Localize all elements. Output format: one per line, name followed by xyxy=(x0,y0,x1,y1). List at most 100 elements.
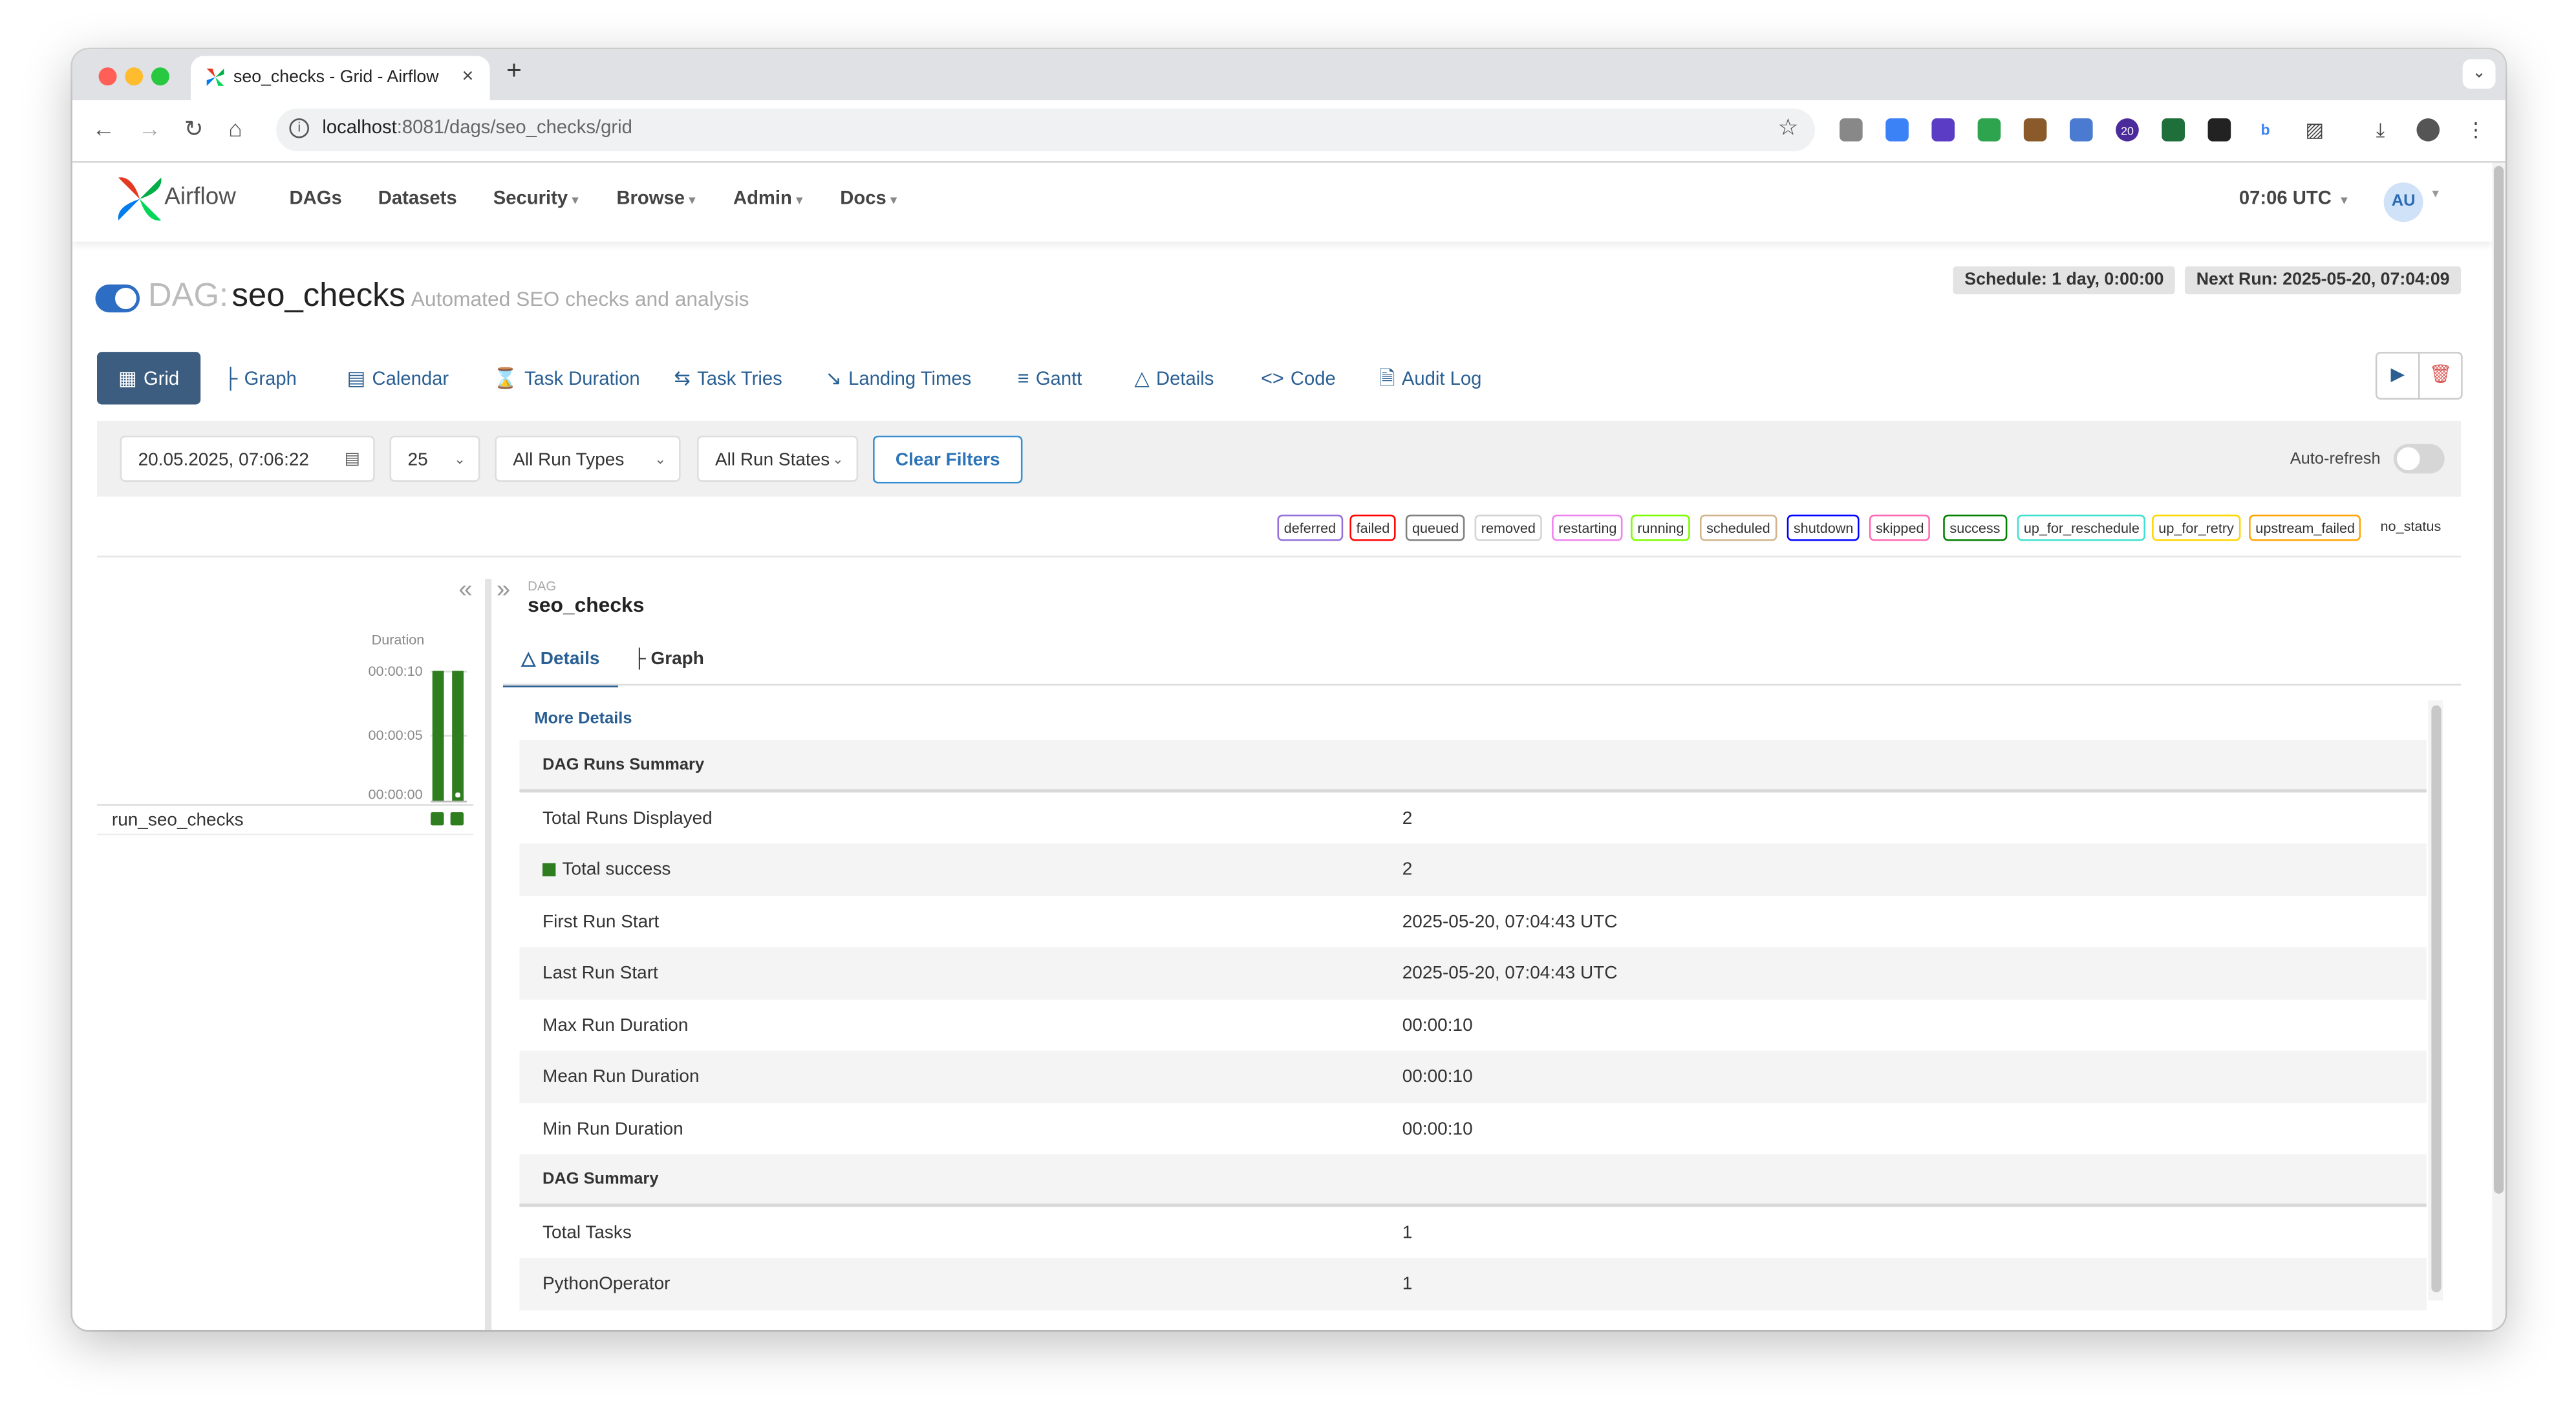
panel-scrollbar-thumb[interactable] xyxy=(2431,705,2442,1293)
summary-label-text: DAG Runs Summary xyxy=(542,756,705,775)
panel-dag-name[interactable]: seo_checks xyxy=(528,594,644,617)
minimize-window-button[interactable] xyxy=(125,67,144,86)
legend-deferred[interactable]: deferred xyxy=(1277,514,1343,541)
run-state-select[interactable]: All Run States ⌄ xyxy=(697,435,859,482)
bookmark-star-icon[interactable]: ☆ xyxy=(1778,113,1799,141)
nav-datasets[interactable]: Datasets xyxy=(378,189,457,209)
site-info-icon[interactable]: i xyxy=(289,118,309,138)
auto-refresh-toggle[interactable] xyxy=(2393,444,2445,474)
clear-filters-button[interactable]: Clear Filters xyxy=(873,435,1023,484)
airflow-logo-icon[interactable] xyxy=(113,173,166,225)
b-extension-icon[interactable]: b xyxy=(2253,118,2277,142)
dag-run-bar[interactable] xyxy=(452,671,464,801)
chevron-down-icon: ⌄ xyxy=(832,452,844,468)
collapse-grid-icon[interactable]: « xyxy=(458,576,472,603)
puzzle-extension-icon[interactable]: ▨ xyxy=(2303,118,2326,142)
utc-clock-label: 07:06 UTC xyxy=(2238,189,2332,209)
legend-success[interactable]: success xyxy=(1943,514,2007,541)
url-text[interactable]: localhost:8081/dags/seo_checks/grid xyxy=(322,118,632,138)
download-icon[interactable]: ⤓ xyxy=(2368,118,2392,142)
box-extension-icon[interactable] xyxy=(2207,118,2231,142)
tab-audit-log[interactable]: 🗎 Audit Log xyxy=(1379,352,1481,404)
page-scrollbar-thumb[interactable] xyxy=(2493,166,2504,1194)
base-date-input[interactable]: 20.05.2025, 07:06:22 ▤ xyxy=(120,435,375,483)
more-details-link[interactable]: More Details xyxy=(534,710,632,728)
legend-no-status[interactable]: no_status xyxy=(2375,514,2446,538)
tab-graph[interactable]: ├ Graph xyxy=(224,352,297,404)
legend-queued[interactable]: queued xyxy=(1405,514,1466,541)
tab-details-label: Details xyxy=(1155,370,1214,390)
panel-resize-handle[interactable] xyxy=(485,578,492,1330)
terminal-extension-icon[interactable] xyxy=(2162,118,2185,142)
tab-details[interactable]: △ Details xyxy=(1134,352,1214,404)
delete-dag-button[interactable]: 🗑 xyxy=(2418,352,2463,400)
sync-extension-icon[interactable] xyxy=(1885,118,1909,142)
task-instance-status[interactable] xyxy=(431,812,444,826)
legend-up-for-reschedule[interactable]: up_for_reschedule xyxy=(2017,514,2147,541)
panel-scrollbar[interactable] xyxy=(2428,700,2443,1301)
panel-tab-details[interactable]: △ Details xyxy=(503,634,618,687)
nav-docs[interactable]: Docs ▼ xyxy=(840,189,899,209)
tab-code[interactable]: <> Code xyxy=(1261,352,1336,404)
legend-restarting[interactable]: restarting xyxy=(1552,514,1624,541)
legend-scheduled[interactable]: scheduled xyxy=(1699,514,1777,541)
task-instance-status[interactable] xyxy=(450,812,464,826)
utc-clock[interactable]: 07:06 UTC ▼ xyxy=(2239,189,2350,209)
nav-security[interactable]: Security ▼ xyxy=(493,189,581,209)
close-window-button[interactable] xyxy=(98,67,117,86)
nav-admin[interactable]: Admin ▼ xyxy=(733,189,805,209)
summary-label: Total success xyxy=(542,860,671,879)
nav-browse[interactable]: Browse ▼ xyxy=(616,189,698,209)
legend-upstream-failed[interactable]: upstream_failed xyxy=(2249,514,2362,541)
dag-pause-toggle[interactable] xyxy=(95,284,140,313)
tab-search-button[interactable]: ⌄ xyxy=(2462,59,2496,89)
camera-extension-icon[interactable] xyxy=(1840,118,1863,142)
tab-gantt[interactable]: ≡ Gantt xyxy=(1018,352,1082,404)
legend-up-for-retry[interactable]: up_for_retry xyxy=(2152,514,2241,541)
legend-skipped[interactable]: skipped xyxy=(1869,514,1931,541)
tab-task-tries[interactable]: ⇆ Task Tries xyxy=(674,352,782,404)
calendar-extension-icon[interactable] xyxy=(2070,118,2093,142)
tab-grid[interactable]: ▦ Grid xyxy=(97,352,201,405)
num-runs-select[interactable]: 25 ⌄ xyxy=(389,435,480,482)
check-extension-icon[interactable] xyxy=(1977,118,2001,142)
legend-running[interactable]: running xyxy=(1631,514,1691,541)
legend-failed[interactable]: failed xyxy=(1349,514,1397,541)
task-row[interactable]: run_seo_checks xyxy=(97,807,474,836)
badge-extension-icon[interactable]: 20 xyxy=(2116,118,2139,142)
expand-panel-icon[interactable]: » xyxy=(497,576,510,603)
home-icon[interactable]: ⌂ xyxy=(228,115,242,142)
reload-icon[interactable]: ↻ xyxy=(184,115,204,143)
colorful-extension-icon[interactable] xyxy=(2023,118,2047,142)
page-scrollbar[interactable] xyxy=(2492,162,2506,1330)
new-tab-button[interactable]: + xyxy=(506,58,522,87)
panel-tab-graph[interactable]: ├ Graph xyxy=(633,634,704,684)
url-bar[interactable]: i localhost:8081/dags/seo_checks/grid ☆ xyxy=(276,108,1815,151)
tab-close-icon[interactable]: × xyxy=(462,64,473,87)
tab-landing-times[interactable]: ↘ Landing Times xyxy=(825,352,971,404)
trigger-dag-button[interactable]: ▶ xyxy=(2375,352,2420,400)
user-avatar[interactable]: AU xyxy=(2383,182,2423,222)
nav-dags[interactable]: DAGs xyxy=(289,189,341,209)
forward-arrow-icon[interactable]: → xyxy=(138,115,162,142)
maximize-window-button[interactable] xyxy=(151,67,169,86)
summary-row: First Run Start 2025-05-20, 07:04:43 UTC xyxy=(519,895,2426,947)
schedule-badge[interactable]: Schedule: 1 day, 0:00:00 xyxy=(1953,266,2176,295)
gantt-icon: ≡ xyxy=(1017,366,1029,390)
back-arrow-icon[interactable]: ← xyxy=(92,115,115,142)
chevron-down-icon[interactable]: ▼ xyxy=(2430,189,2442,200)
task-name[interactable]: run_seo_checks xyxy=(112,810,244,830)
tab-task-duration[interactable]: ⌛ Task Duration xyxy=(493,352,640,404)
calendar-icon[interactable]: ▤ xyxy=(345,437,360,483)
legend-shutdown[interactable]: shutdown xyxy=(1787,514,1860,541)
dag-run-bar[interactable] xyxy=(432,671,444,801)
next-run-badge[interactable]: Next Run: 2025-05-20, 07:04:09 xyxy=(2184,266,2462,295)
tab-calendar[interactable]: ▤ Calendar xyxy=(347,352,449,404)
profile-avatar-icon[interactable] xyxy=(2416,118,2440,142)
brand-name[interactable]: Airflow xyxy=(164,184,236,211)
kebab-menu-icon[interactable]: ⋮ xyxy=(2464,118,2487,142)
legend-removed[interactable]: removed xyxy=(1474,514,1543,541)
shield-extension-icon[interactable] xyxy=(1931,118,1955,142)
browser-tab[interactable]: seo_checks - Grid - Airflow × xyxy=(190,56,490,101)
run-type-select[interactable]: All Run Types ⌄ xyxy=(495,435,681,482)
